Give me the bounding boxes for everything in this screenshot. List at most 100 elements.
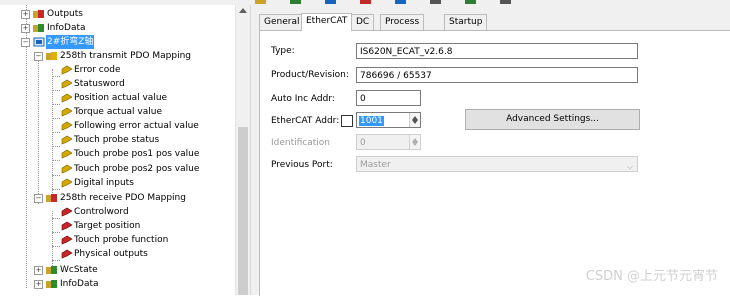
expand-icon[interactable]: + bbox=[34, 266, 43, 275]
identification-spinner bbox=[409, 135, 420, 149]
tree-item-tx-var[interactable]: Touch probe status bbox=[0, 133, 235, 147]
expand-icon[interactable]: + bbox=[34, 280, 43, 289]
tree-item-rx-mapping[interactable]: − 258th receive PDO Mapping bbox=[0, 191, 235, 205]
tree-item-rx-var[interactable]: Controlword bbox=[0, 205, 235, 219]
device-icon bbox=[33, 37, 45, 47]
previous-port-dropdown: Master ⌵ bbox=[356, 156, 638, 172]
tree-item-wcstate[interactable]: + WcState bbox=[0, 263, 235, 277]
tree-item-label: InfoData bbox=[60, 279, 99, 289]
output-variable-icon bbox=[61, 221, 73, 231]
tree-item-tx-var[interactable]: Digital inputs bbox=[0, 176, 235, 190]
collapse-icon[interactable]: − bbox=[21, 38, 30, 47]
tree-item-tx-var[interactable]: Following error actual value bbox=[0, 119, 235, 133]
chevron-down-icon: ⌵ bbox=[626, 162, 633, 171]
tree-scrollbar[interactable] bbox=[235, 5, 250, 295]
tree-item-tx-var[interactable]: Position actual value bbox=[0, 91, 235, 105]
tree-item-tx-var[interactable]: Touch probe pos2 pos value bbox=[0, 162, 235, 176]
info-folder-icon bbox=[33, 24, 44, 32]
auto-inc-addr-field[interactable]: 0 bbox=[356, 90, 421, 106]
scroll-up-arrow-icon[interactable] bbox=[239, 8, 247, 13]
tree-item-label: Digital inputs bbox=[74, 178, 134, 188]
ethercat-tab-page: Type: IS620N_ECAT_v2.6.8 Product/Revisio… bbox=[259, 30, 730, 296]
tree-item-rx-var[interactable]: Target position bbox=[0, 219, 235, 233]
tree-item-label: Target position bbox=[74, 221, 141, 231]
collapse-icon[interactable]: − bbox=[34, 194, 43, 203]
toolbar-icon[interactable] bbox=[465, 0, 476, 4]
tab-dc[interactable]: DC bbox=[351, 14, 375, 30]
input-variable-icon bbox=[61, 65, 73, 75]
tree-item-rx-var[interactable]: Physical outputs bbox=[0, 247, 235, 261]
output-variable-icon bbox=[61, 235, 73, 245]
tree-item-label: 2#折弯Z轴 bbox=[46, 35, 95, 49]
collapse-icon[interactable]: − bbox=[34, 52, 43, 61]
toolbar-icon[interactable] bbox=[500, 0, 511, 4]
identification-field: 0 bbox=[356, 134, 421, 150]
input-variable-icon bbox=[61, 107, 73, 117]
input-variable-icon bbox=[61, 93, 73, 103]
tree-item-label: Touch probe status bbox=[74, 135, 160, 145]
tab-ethercat[interactable]: EtherCAT bbox=[301, 13, 353, 31]
tree-item-label: Statusword bbox=[74, 79, 125, 89]
toolbar-icon[interactable] bbox=[430, 0, 441, 4]
tree-item-label: Touch probe function bbox=[74, 235, 169, 245]
expand-icon[interactable]: + bbox=[21, 10, 30, 19]
tab-startup[interactable]: Startup bbox=[444, 14, 488, 30]
ethercat-addr-checkbox[interactable] bbox=[341, 115, 353, 127]
tree-item-outputs[interactable]: + Outputs bbox=[0, 7, 235, 21]
tab-general[interactable]: General bbox=[259, 14, 305, 30]
advanced-settings-button[interactable]: Advanced Settings... bbox=[465, 109, 640, 130]
tree-item-label: Touch probe pos2 pos value bbox=[74, 164, 200, 174]
wcstate-folder-icon bbox=[46, 266, 57, 274]
input-variable-icon bbox=[61, 149, 73, 159]
output-folder-icon bbox=[33, 10, 44, 18]
tree-item-label: InfoData bbox=[47, 23, 86, 33]
output-variable-icon bbox=[61, 249, 73, 259]
spin-down-arrow-icon bbox=[412, 142, 418, 146]
tree-item-rx-var[interactable]: Touch probe function bbox=[0, 233, 235, 247]
input-variable-icon bbox=[61, 79, 73, 89]
toolbar-icon[interactable] bbox=[255, 0, 266, 4]
tree-item-infodata[interactable]: + InfoData bbox=[0, 21, 235, 35]
ethercat-addr-value: 1001 bbox=[359, 116, 384, 126]
properties-panel: General EtherCAT DC Process Data Startup… bbox=[255, 5, 730, 296]
tree-item-tx-var[interactable]: Statusword bbox=[0, 77, 235, 91]
tree-item-label: Following error actual value bbox=[74, 121, 199, 131]
tree-item-infodata[interactable]: + InfoData bbox=[0, 277, 235, 291]
product-revision-field[interactable]: 786696 / 65537 bbox=[356, 67, 638, 83]
ethercat-addr-field[interactable]: 1001 bbox=[356, 112, 421, 128]
identification-label: Identification bbox=[271, 138, 331, 148]
tab-process-data[interactable]: Process Data bbox=[380, 14, 425, 42]
info-folder-icon bbox=[46, 280, 57, 288]
toolbar-icon[interactable] bbox=[360, 0, 371, 4]
solution-tree[interactable]: + Outputs + InfoData − 2#折弯Z轴 − 258th tr… bbox=[0, 5, 250, 295]
input-variable-icon bbox=[61, 178, 73, 188]
tree-item-axis-device[interactable]: − 2#折弯Z轴 bbox=[0, 35, 235, 49]
toolbar-icon[interactable] bbox=[395, 0, 406, 4]
output-variable-icon bbox=[61, 207, 73, 217]
type-field[interactable]: IS620N_ECAT_v2.6.8 bbox=[356, 43, 638, 59]
scrollbar-thumb[interactable] bbox=[238, 127, 248, 295]
tree-item-label: Position actual value bbox=[74, 93, 168, 103]
tree-item-tx-var[interactable]: Touch probe pos1 pos value bbox=[0, 147, 235, 161]
toolbar-icon[interactable] bbox=[325, 0, 336, 4]
tree-item-label: Physical outputs bbox=[74, 249, 148, 259]
output-mapping-icon bbox=[46, 194, 57, 202]
tree-item-label: Controlword bbox=[74, 207, 129, 217]
tree-item-tx-mapping[interactable]: − 258th transmit PDO Mapping bbox=[0, 49, 235, 63]
ethercat-addr-label: EtherCAT Addr: bbox=[271, 116, 340, 126]
toolbar-icon[interactable] bbox=[290, 0, 301, 4]
tree-item-label: WcState bbox=[60, 265, 98, 275]
input-variable-icon bbox=[61, 164, 73, 174]
expand-icon[interactable]: + bbox=[21, 24, 30, 33]
tree-item-label: 258th receive PDO Mapping bbox=[60, 193, 186, 203]
tree-item-tx-var[interactable]: Error code bbox=[0, 63, 235, 77]
tree-item-tx-var[interactable]: Torque actual value bbox=[0, 105, 235, 119]
input-variable-icon bbox=[61, 121, 73, 131]
ethercat-addr-spinner[interactable] bbox=[409, 113, 420, 127]
input-variable-icon bbox=[61, 135, 73, 145]
spin-down-arrow-icon[interactable] bbox=[412, 120, 418, 124]
watermark-text: CSDN @上元节元宵节 bbox=[585, 269, 718, 284]
auto-inc-addr-label: Auto Inc Addr: bbox=[271, 94, 335, 104]
identification-value: 0 bbox=[360, 138, 366, 148]
tree-item-label: Torque actual value bbox=[74, 107, 162, 117]
